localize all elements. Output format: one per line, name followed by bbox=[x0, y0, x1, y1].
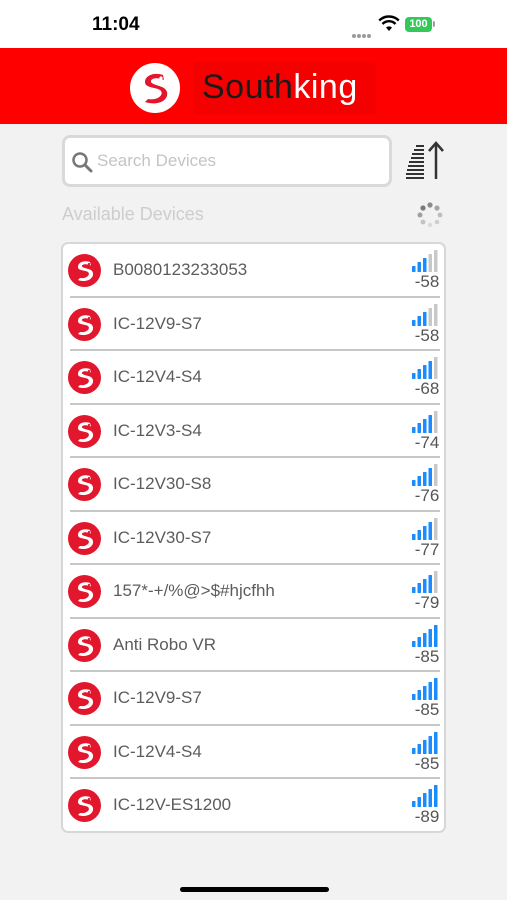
signal-strength-icon bbox=[412, 410, 438, 433]
battery-tip bbox=[433, 21, 435, 27]
device-name: IC-12V9-S7 bbox=[113, 688, 202, 707]
brand-logo-text: Southking bbox=[194, 62, 376, 114]
device-row[interactable]: IC-12V4-S4 -68 bbox=[63, 351, 444, 405]
device-name: B0080123233053 bbox=[113, 260, 248, 279]
rssi-value: -85 bbox=[414, 753, 440, 773]
brand-text-south: South bbox=[202, 68, 294, 106]
dragon-logo-icon bbox=[130, 63, 180, 113]
device-name: IC-12V-ES1200 bbox=[113, 795, 232, 814]
rssi-value: -85 bbox=[414, 700, 440, 719]
signal-strength-icon bbox=[412, 517, 438, 540]
rssi-value: -58 bbox=[414, 325, 440, 345]
device-list[interactable]: B0080123233053 -58 IC-12V9-S7 -58 IC-12V4-S4… bbox=[61, 242, 446, 833]
sort-button[interactable] bbox=[402, 138, 448, 184]
rssi-value: -79 bbox=[414, 593, 440, 612]
device-row[interactable]: B0080123233053 -58 bbox=[63, 244, 444, 298]
signal-strength-icon bbox=[412, 571, 438, 593]
dragon-logo-icon bbox=[68, 682, 101, 715]
device-row[interactable]: IC-12V30-S8 -76 bbox=[63, 458, 444, 512]
home-indicator[interactable] bbox=[180, 887, 329, 892]
device-name: IC-12V9-S7 bbox=[113, 313, 202, 333]
device-name: IC-12V4-S4 bbox=[113, 367, 202, 386]
dragon-logo-icon bbox=[68, 414, 101, 448]
device-row[interactable]: IC-12V4-S4 -85 bbox=[63, 726, 444, 780]
battery-indicator: 100 bbox=[405, 17, 432, 32]
status-bar: 11:04 100 bbox=[0, 0, 507, 48]
rssi-value: -89 bbox=[414, 807, 440, 826]
device-name: 157*-+/%@>$#hjcfhh bbox=[113, 581, 275, 600]
device-row[interactable]: Anti Robo VR -85 bbox=[63, 619, 444, 673]
magnifier-icon bbox=[72, 152, 93, 173]
dragon-logo-icon bbox=[68, 789, 101, 822]
signal-strength-icon bbox=[412, 357, 438, 379]
available-devices-label: Available Devices bbox=[62, 204, 204, 224]
device-name: IC-12V30-S8 bbox=[113, 474, 212, 493]
brand-text-king: king bbox=[293, 68, 358, 106]
device-row[interactable]: IC-12V3-S4 -74 bbox=[63, 405, 444, 459]
signal-strength-icon bbox=[412, 464, 438, 486]
device-row[interactable]: IC-12V30-S7 -77 bbox=[63, 512, 444, 566]
search-input[interactable] bbox=[97, 148, 377, 174]
device-name: IC-12V30-S7 bbox=[113, 527, 212, 547]
dragon-logo-icon bbox=[68, 575, 101, 608]
device-name: IC-12V4-S4 bbox=[113, 741, 202, 761]
dragon-logo-icon bbox=[68, 628, 101, 662]
signal-strength-icon bbox=[412, 303, 438, 326]
device-row[interactable]: IC-12V9-S7 -85 bbox=[63, 672, 444, 726]
dragon-logo-icon bbox=[68, 361, 101, 394]
signal-strength-icon bbox=[412, 250, 438, 272]
rssi-value: -68 bbox=[414, 379, 440, 398]
device-row[interactable]: 157*-+/%@>$#hjcfhh -79 bbox=[63, 565, 444, 619]
device-name: IC-12V3-S4 bbox=[113, 420, 202, 440]
rssi-value: -85 bbox=[414, 646, 440, 666]
rssi-value: -58 bbox=[414, 272, 440, 291]
app-header: Southking bbox=[0, 48, 507, 124]
signal-strength-icon bbox=[412, 731, 438, 754]
device-row[interactable]: IC-12V9-S7 -58 bbox=[63, 298, 444, 352]
device-row[interactable]: IC-12V-ES1200 -89 bbox=[63, 779, 444, 831]
signal-strength-icon bbox=[412, 624, 438, 647]
dragon-logo-icon bbox=[68, 521, 101, 555]
dragon-logo-icon bbox=[68, 735, 101, 769]
cellular-dots-icon bbox=[352, 25, 372, 38]
rssi-value: -77 bbox=[414, 539, 440, 559]
status-time: 11:04 bbox=[92, 14, 140, 35]
wifi-icon bbox=[378, 15, 400, 31]
rssi-value: -74 bbox=[414, 432, 440, 452]
dragon-logo-icon bbox=[68, 307, 101, 341]
spinner-icon bbox=[417, 202, 443, 228]
device-name: Anti Robo VR bbox=[113, 634, 216, 654]
signal-strength-icon bbox=[412, 785, 438, 807]
sort-ascending-icon bbox=[406, 141, 444, 179]
dragon-logo-icon bbox=[68, 254, 101, 287]
dragon-logo-icon bbox=[68, 468, 101, 501]
rssi-value: -76 bbox=[414, 486, 440, 505]
search-field[interactable] bbox=[62, 135, 392, 187]
signal-strength-icon bbox=[412, 678, 438, 700]
